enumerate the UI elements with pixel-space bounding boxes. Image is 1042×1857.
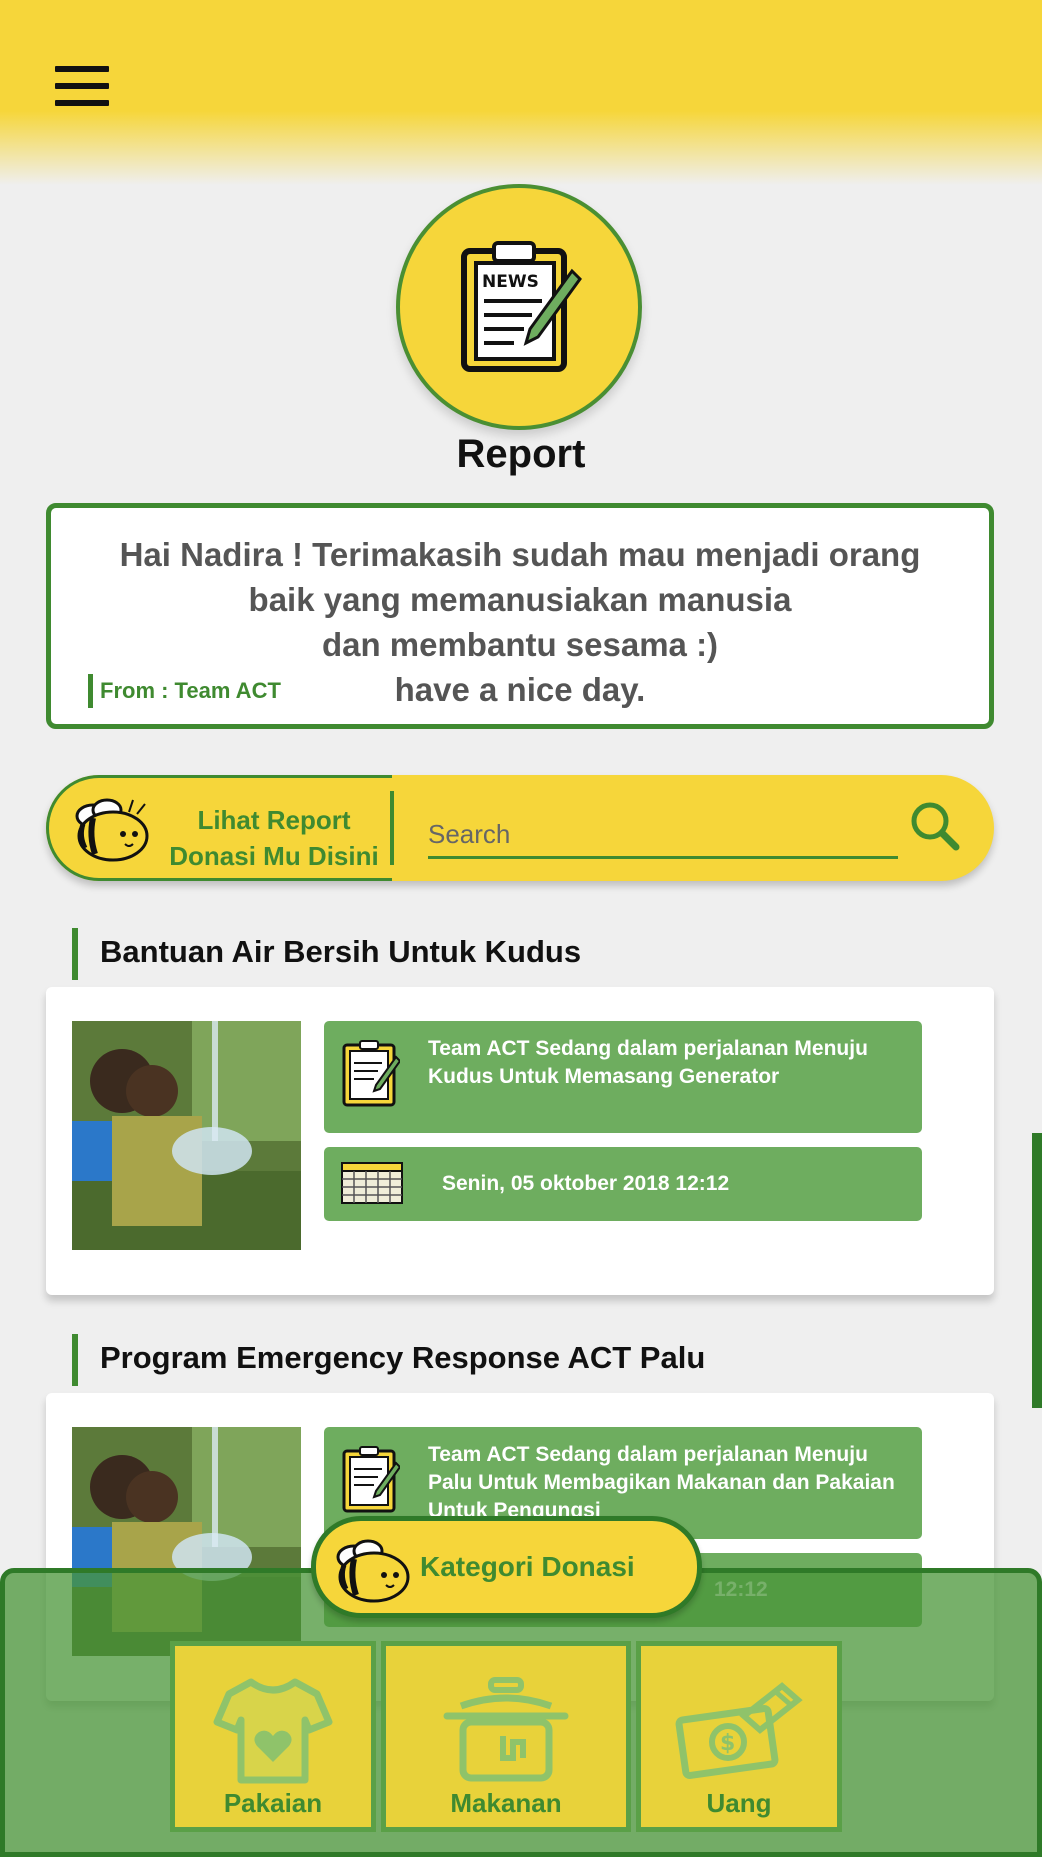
greeting-from: From : Team ACT	[88, 674, 281, 708]
search-label-line: Donasi Mu Disini	[169, 841, 379, 871]
svg-text:$: $	[720, 1731, 735, 1756]
bee-mascot-icon	[332, 1535, 412, 1610]
money-icon: $	[674, 1676, 804, 1791]
report-date-box: Senin, 05 oktober 2018 12:12	[324, 1147, 922, 1221]
scrollbar[interactable]	[1032, 1133, 1042, 1408]
category-toggle-button[interactable]: Kategori Donasi	[311, 1516, 702, 1618]
search-icon[interactable]	[908, 799, 962, 858]
news-clipboard-icon: NEWS	[396, 184, 642, 430]
category-uang-button[interactable]: $ Uang	[636, 1641, 842, 1832]
category-label: Makanan	[450, 1788, 562, 1818]
category-label: Uang	[706, 1788, 772, 1818]
report-photo	[72, 1021, 301, 1250]
search-input[interactable]	[428, 799, 898, 859]
category-label: Pakaian	[223, 1788, 323, 1818]
report-status-text: Team ACT Sedang dalam perjalanan Menuju …	[428, 1037, 868, 1088]
report-card[interactable]: Team ACT Sedang dalam perjalanan Menuju …	[46, 987, 994, 1295]
report-status-text: Team ACT Sedang dalam perjalanan Menuju …	[428, 1443, 895, 1522]
search-label: Lihat Report Donasi Mu Disini	[159, 802, 389, 874]
cooking-pot-icon	[441, 1676, 571, 1791]
hamburger-menu-icon[interactable]	[55, 66, 109, 106]
greeting-line: dan membantu sesama :)	[321, 626, 719, 663]
greeting-card: Hai Nadira ! Terimakasih sudah mau menja…	[46, 503, 994, 729]
category-makanan-button[interactable]: Makanan	[381, 1641, 631, 1832]
calendar-icon	[340, 1159, 404, 1210]
shirt-heart-icon	[213, 1676, 333, 1791]
news-clipboard-icon	[340, 1039, 402, 1114]
report-date: Senin, 05 oktober 2018 12:12	[442, 1172, 730, 1195]
report-title: Bantuan Air Bersih Untuk Kudus	[72, 928, 581, 980]
news-clipboard-icon	[340, 1445, 402, 1520]
page-title: Report	[456, 432, 586, 476]
search-label-section: Lihat Report Donasi Mu Disini	[46, 775, 392, 881]
report-search-bar: Lihat Report Donasi Mu Disini	[46, 775, 994, 881]
bee-mascot-icon	[71, 794, 151, 869]
category-title: Kategori Donasi	[420, 1551, 635, 1582]
divider	[390, 791, 394, 865]
report-status-box: Team ACT Sedang dalam perjalanan Menuju …	[324, 1021, 922, 1133]
app-header	[0, 0, 1042, 185]
search-label-line: Lihat Report	[197, 805, 351, 835]
greeting-line: baik yang memanusiakan manusia	[248, 581, 792, 618]
svg-text:NEWS: NEWS	[482, 272, 539, 292]
category-pakaian-button[interactable]: Pakaian	[170, 1641, 376, 1832]
report-title: Program Emergency Response ACT Palu	[72, 1334, 705, 1386]
greeting-line: Hai Nadira ! Terimakasih sudah mau menja…	[119, 536, 921, 573]
